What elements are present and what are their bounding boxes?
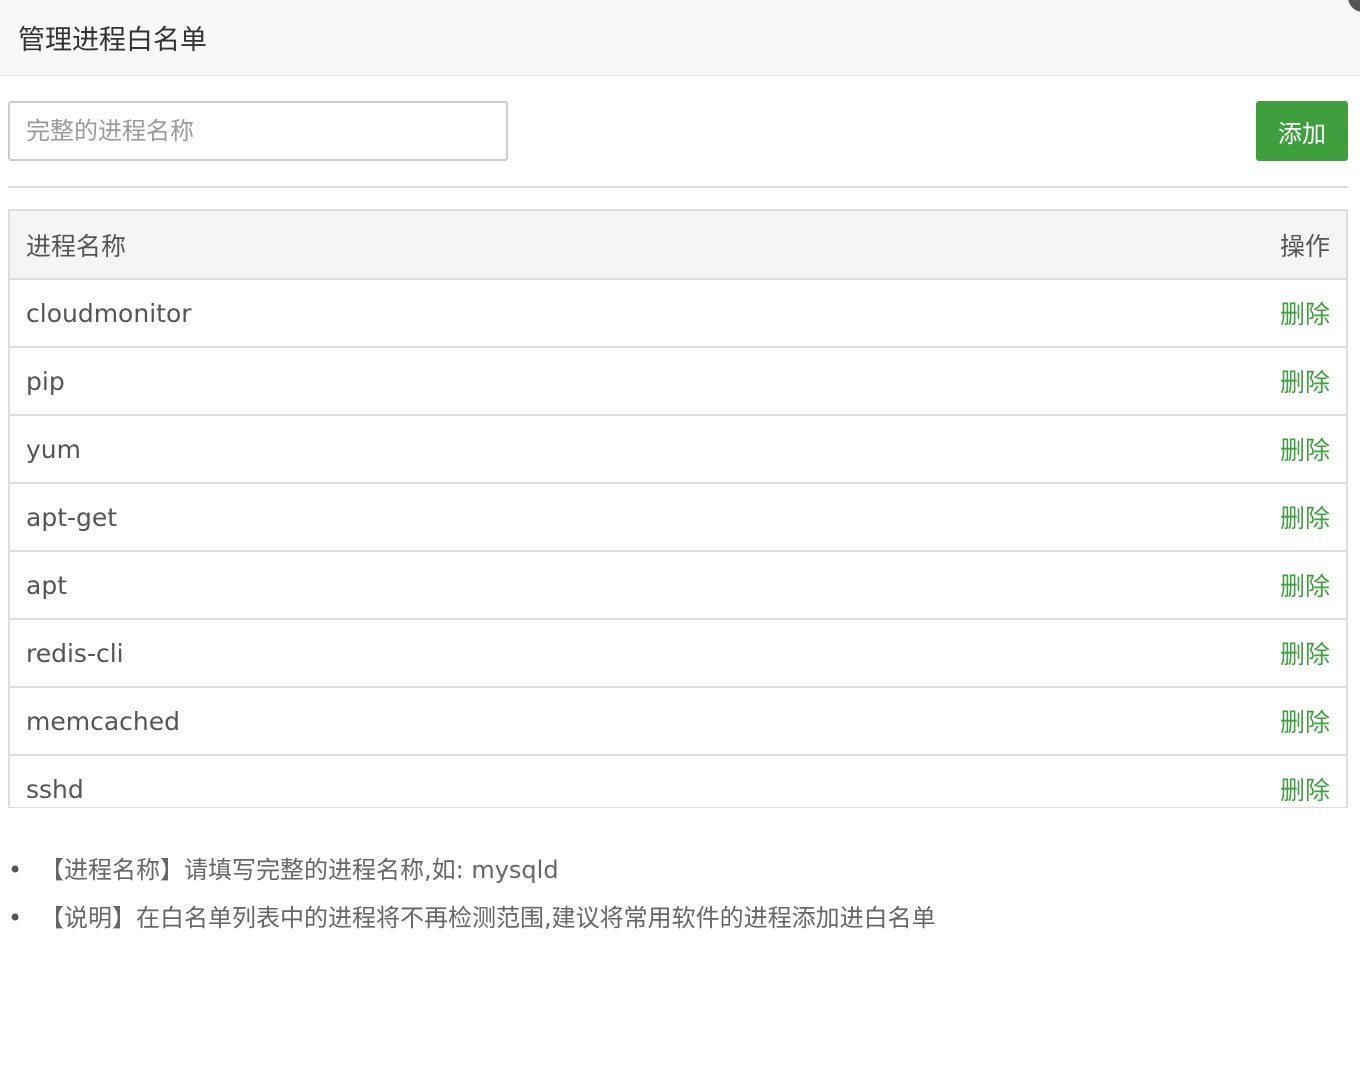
- add-button[interactable]: 添加: [1256, 101, 1348, 161]
- delete-link[interactable]: 删除: [1280, 300, 1330, 329]
- dialog-title-bar: 管理进程白名单: [0, 0, 1360, 76]
- note-item: 【进程名称】请填写完整的进程名称,如: mysqld: [8, 846, 1348, 894]
- table-row: pip 删除: [10, 347, 1346, 416]
- whitelist-table: 进程名称 操作 cloudmonitor 删除 pip 删除 yum 删除 ap…: [10, 211, 1346, 807]
- delete-link[interactable]: 删除: [1280, 708, 1330, 737]
- table-header-row: 进程名称 操作: [10, 211, 1346, 280]
- process-name-cell: cloudmonitor: [10, 279, 954, 348]
- table-row: cloudmonitor 删除: [10, 279, 1346, 348]
- delete-link[interactable]: 删除: [1280, 640, 1330, 669]
- process-name-cell: apt: [10, 551, 954, 620]
- table-row: redis-cli 删除: [10, 619, 1346, 688]
- note-item: 【说明】在白名单列表中的进程将不再检测范围,建议将常用软件的进程添加进白名单: [8, 894, 1348, 942]
- delete-link[interactable]: 删除: [1280, 776, 1330, 805]
- add-process-toolbar: 添加: [8, 76, 1348, 188]
- dialog-content: 添加 进程名称 操作 cloudmonitor 删除 pip: [0, 76, 1360, 942]
- delete-link[interactable]: 删除: [1280, 368, 1330, 397]
- process-name-cell: apt-get: [10, 483, 954, 552]
- process-name-cell: yum: [10, 415, 954, 484]
- column-header-action: 操作: [954, 211, 1346, 280]
- table-row: sshd 删除: [10, 755, 1346, 807]
- column-header-name: 进程名称: [10, 211, 954, 280]
- delete-link[interactable]: 删除: [1280, 572, 1330, 601]
- delete-link[interactable]: 删除: [1280, 504, 1330, 533]
- help-notes: 【进程名称】请填写完整的进程名称,如: mysqld 【说明】在白名单列表中的进…: [8, 846, 1348, 942]
- delete-link[interactable]: 删除: [1280, 436, 1330, 465]
- table-row: apt 删除: [10, 551, 1346, 620]
- process-name-input[interactable]: [8, 101, 508, 161]
- process-name-cell: memcached: [10, 687, 954, 756]
- process-name-cell: sshd: [10, 755, 954, 807]
- whitelist-table-container[interactable]: 进程名称 操作 cloudmonitor 删除 pip 删除 yum 删除 ap…: [8, 209, 1348, 808]
- process-name-cell: pip: [10, 347, 954, 416]
- table-row: apt-get 删除: [10, 483, 1346, 552]
- process-name-cell: redis-cli: [10, 619, 954, 688]
- table-body: cloudmonitor 删除 pip 删除 yum 删除 apt-get 删除: [10, 279, 1346, 807]
- dialog-title: 管理进程白名单: [18, 25, 207, 56]
- table-row: yum 删除: [10, 415, 1346, 484]
- process-whitelist-dialog: 管理进程白名单 添加 进程名称 操作 cloudmonitor 删除: [0, 0, 1360, 1082]
- table-row: memcached 删除: [10, 687, 1346, 756]
